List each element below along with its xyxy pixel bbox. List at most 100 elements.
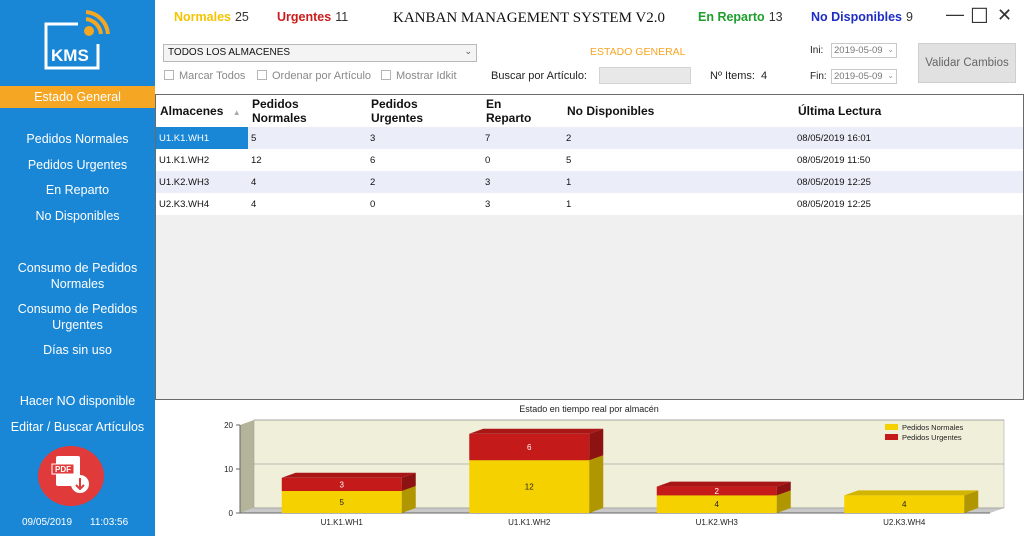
warehouse-table: Almacenes ▲ Pedidos Normales Pedidos Urg… (155, 94, 1024, 400)
menu-no-disponibles[interactable]: No Disponibles (0, 208, 155, 224)
maximize-icon[interactable]: ☐ (970, 4, 989, 29)
col-almacenes[interactable]: Almacenes ▲ (160, 104, 241, 120)
legend-label: Pedidos Urgentes (902, 433, 962, 442)
bar-data-label: 4 (715, 500, 720, 509)
minimize-icon[interactable]: — (946, 4, 964, 25)
chevron-down-icon: ⌄ (464, 46, 472, 56)
bar-data-label: 2 (715, 487, 720, 496)
menu-dias-sin-uso[interactable]: Días sin uso (0, 342, 155, 358)
pdf-export-button[interactable]: PDF (38, 446, 104, 506)
menu-estado-general[interactable]: Estado General (0, 86, 155, 108)
cell-pedidos-normales: 4 (251, 177, 257, 188)
table-row[interactable]: U1.K2.WH3 4 2 3 1 08/05/2019 12:25 (156, 171, 1023, 193)
table-row[interactable]: U1.K1.WH2 12 6 0 5 08/05/2019 11:50 (156, 149, 1023, 171)
cell-ultima-lectura: 08/05/2019 12:25 (797, 199, 871, 210)
counter-nodisp: No Disponibles 9 (811, 10, 913, 24)
chart-x-tick-label: U1.K2.WH3 (696, 518, 739, 527)
col-ultima-lectura[interactable]: Última Lectura (798, 104, 881, 118)
sidebar: KMS Estado General Pedidos Normales Pedi… (0, 0, 155, 536)
fin-date-value: 2019-05-09 (834, 71, 883, 82)
counter-normales: Normales 25 (174, 10, 249, 24)
validar-cambios-button[interactable]: Validar Cambios (918, 43, 1016, 83)
fin-date-picker[interactable]: 2019-05-09 ⌄ (831, 69, 897, 84)
col-almacenes-label: Almacenes (160, 104, 224, 118)
marcar-todos-checkbox[interactable]: Marcar Todos (164, 70, 245, 82)
menu-consumo-normales[interactable]: Consumo de Pedidos Normales (0, 260, 155, 292)
bar-side (589, 455, 604, 513)
chart-y-tick-label: 10 (224, 465, 233, 474)
mostrar-idkit-checkbox[interactable]: Mostrar Idkit (381, 70, 457, 82)
counter-urgentes-value: 11 (335, 10, 349, 24)
bar-data-label: 12 (525, 483, 534, 492)
bar-top (844, 490, 979, 496)
cell-no-disponibles: 2 (566, 133, 572, 144)
bar-side (589, 428, 604, 461)
cell-ultima-lectura: 08/05/2019 12:25 (797, 177, 871, 188)
menu-hacer-no-disponible[interactable]: Hacer NO disponible (0, 393, 155, 409)
fin-label: Fin: (810, 71, 827, 82)
marcar-todos-label: Marcar Todos (179, 70, 246, 82)
checkbox-box (381, 70, 391, 80)
mostrar-idkit-label: Mostrar Idkit (396, 70, 457, 82)
checkbox-box (164, 70, 174, 80)
table-row[interactable]: U2.K3.WH4 4 0 3 1 08/05/2019 12:25 (156, 193, 1023, 215)
cell-no-disponibles: 1 (566, 177, 572, 188)
kms-logo: KMS (42, 6, 112, 72)
counter-urgentes: Urgentes 11 (277, 10, 348, 24)
cell-pedidos-normales: 5 (251, 133, 257, 144)
counter-nodisp-value: 9 (905, 10, 913, 24)
bar-top (469, 428, 604, 434)
buscar-input[interactable] (599, 67, 691, 84)
menu-consumo-urgentes[interactable]: Consumo de Pedidos Urgentes (0, 301, 155, 333)
menu-pedidos-urgentes[interactable]: Pedidos Urgentes (0, 157, 155, 173)
col-pedidos-normales[interactable]: Pedidos Normales (252, 97, 307, 125)
menu-en-reparto[interactable]: En Reparto (0, 182, 155, 198)
chart-x-tick-label: U2.K3.WH4 (883, 518, 926, 527)
legend-label: Pedidos Normales (902, 423, 964, 432)
warehouse-select-value: TODOS LOS ALMACENES (168, 47, 291, 58)
cell-no-disponibles: 1 (566, 199, 572, 210)
table-header: Almacenes ▲ Pedidos Normales Pedidos Urg… (156, 95, 1023, 127)
warehouse-select[interactable]: TODOS LOS ALMACENES ⌄ (163, 44, 477, 62)
cell-pedidos-normales: 12 (251, 155, 262, 166)
menu-pedidos-normales[interactable]: Pedidos Normales (0, 131, 155, 147)
footer-time: 11:03:56 (90, 517, 129, 528)
checkbox-box (257, 70, 267, 80)
cell-pedidos-urgentes: 0 (370, 199, 376, 210)
counter-reparto-value: 13 (768, 10, 783, 24)
chevron-down-icon: ⌄ (887, 71, 894, 80)
col-en-reparto[interactable]: En Reparto (486, 97, 531, 125)
app-title: KANBAN MANAGEMENT SYSTEM V2.0 (393, 10, 665, 26)
menu-editar-buscar[interactable]: Editar / Buscar Artículos (0, 419, 155, 435)
ini-label: Ini: (810, 45, 824, 56)
bar-top (281, 472, 416, 478)
cell-en-reparto: 7 (485, 133, 491, 144)
cell-no-disponibles: 5 (566, 155, 572, 166)
cell-ultima-lectura: 08/05/2019 16:01 (797, 133, 871, 144)
col-no-disponibles[interactable]: No Disponibles (567, 104, 654, 118)
ini-date-value: 2019-05-09 (834, 45, 883, 56)
chart-x-tick-label: U1.K1.WH2 (508, 518, 551, 527)
ordenar-checkbox[interactable]: Ordenar por Artículo (257, 70, 371, 82)
ini-date-picker[interactable]: 2019-05-09 ⌄ (831, 43, 897, 58)
chart-y-tick-label: 20 (224, 421, 233, 430)
legend-swatch (885, 424, 898, 430)
chart-title: Estado en tiempo real por almacén (519, 404, 659, 414)
counter-normales-label: Normales (174, 10, 231, 24)
svg-text:KMS: KMS (51, 46, 89, 65)
estado-general-label: ESTADO GENERAL (590, 46, 686, 58)
cell-pedidos-urgentes: 6 (370, 155, 376, 166)
bar-data-label: 3 (340, 480, 345, 489)
counter-reparto: En Reparto 13 (698, 10, 783, 24)
chart-x-tick-label: U1.K1.WH1 (321, 518, 364, 527)
bar-top (656, 481, 791, 487)
counter-normales-value: 25 (234, 10, 249, 24)
bar-data-label: 5 (340, 498, 345, 507)
cell-almacen: U2.K3.WH4 (159, 199, 210, 210)
counter-urgentes-label: Urgentes (277, 10, 332, 24)
col-pedidos-urgentes[interactable]: Pedidos Urgentes (371, 97, 423, 125)
ordenar-label: Ordenar por Artículo (272, 70, 372, 82)
footer-date: 09/05/2019 (22, 517, 73, 528)
table-row[interactable]: U1.K1.WH1 5 3 7 2 08/05/2019 16:01 (156, 127, 1023, 149)
close-icon[interactable]: ✕ (997, 5, 1012, 26)
